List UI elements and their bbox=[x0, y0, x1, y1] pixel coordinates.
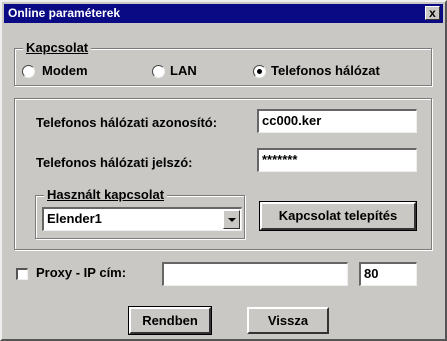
close-icon: x bbox=[429, 6, 436, 20]
used-connection-select[interactable]: Elender1 bbox=[42, 207, 242, 231]
dialog-window: Online paraméterek x Kapcsolat Modem LAN… bbox=[0, 0, 447, 341]
proxy-ip-input[interactable] bbox=[162, 262, 348, 286]
connection-legend-text: Kapcsolat bbox=[26, 40, 89, 55]
network-password-input[interactable]: ******* bbox=[257, 148, 417, 172]
window-title: Online paraméterek bbox=[8, 6, 121, 20]
network-id-label: Telefonos hálózati azonosító: bbox=[36, 115, 218, 130]
ok-button[interactable]: Rendben bbox=[128, 306, 212, 335]
radio-lan-circle[interactable] bbox=[152, 65, 165, 78]
install-connection-button[interactable]: Kapcsolat telepítés bbox=[259, 201, 417, 231]
used-connection-legend: Használt kapcsolat bbox=[44, 187, 168, 203]
close-button[interactable]: x bbox=[425, 6, 440, 20]
proxy-port-input[interactable]: 80 bbox=[359, 262, 417, 286]
title-bar: Online paraméterek x bbox=[4, 4, 443, 23]
radio-phone-network-circle[interactable] bbox=[253, 65, 266, 78]
radio-modem-label: Modem bbox=[42, 63, 88, 78]
proxy-checkbox[interactable] bbox=[16, 268, 28, 280]
radio-selected-dot bbox=[257, 69, 262, 74]
back-button[interactable]: Vissza bbox=[247, 307, 329, 334]
radio-modem-circle[interactable] bbox=[22, 65, 35, 78]
used-connection-legend-text: Használt kapcsolat bbox=[47, 187, 165, 202]
connection-legend: Kapcsolat bbox=[23, 40, 92, 56]
network-password-label: Telefonos hálózati jelszó: bbox=[36, 155, 193, 170]
used-connection-value: Elender1 bbox=[47, 211, 102, 226]
proxy-label: Proxy - IP cím: bbox=[36, 265, 127, 280]
network-id-input[interactable]: cc000.ker bbox=[257, 109, 417, 133]
radio-phone-network-label: Telefonos hálózat bbox=[271, 63, 380, 78]
radio-lan-label: LAN bbox=[170, 63, 197, 78]
chevron-down-icon[interactable] bbox=[223, 210, 240, 229]
